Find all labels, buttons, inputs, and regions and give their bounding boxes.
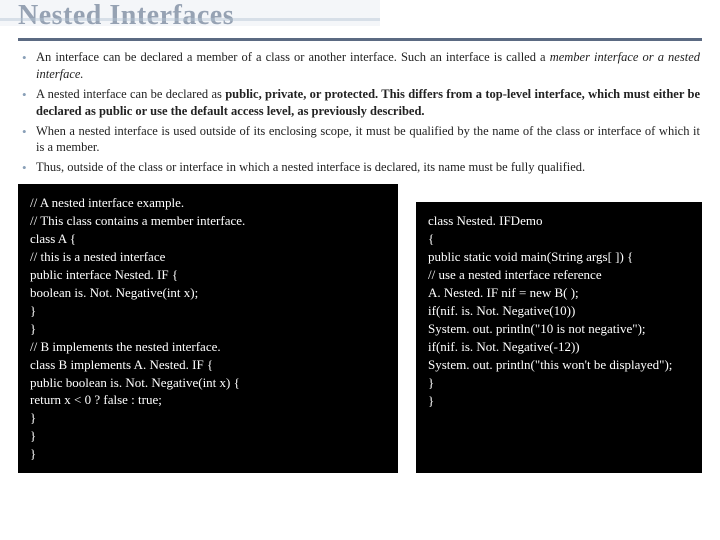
bullet-list: An interface can be declared a member of… [18,49,702,176]
bullet-item: Thus, outside of the class or interface … [20,159,700,176]
bullet-item: An interface can be declared a member of… [20,49,700,83]
title-area: Nested Interfaces [18,0,702,32]
code-block-left: // A nested interface example. // This c… [18,184,398,473]
bullet-item: When a nested interface is used outside … [20,123,700,157]
slide-title: Nested Interfaces [18,0,702,32]
bullet-text: A nested interface can be declared as [36,87,225,101]
title-underline [18,38,702,41]
bullet-text: When a nested interface is used outside … [36,124,700,155]
bullet-text: An interface can be declared a member of… [36,50,550,64]
code-block-right: class Nested. IFDemo { public static voi… [416,202,702,473]
slide: Nested Interfaces An interface can be de… [0,0,720,540]
bullet-text: Thus, outside of the class or interface … [36,160,585,174]
bullet-item: A nested interface can be declared as pu… [20,86,700,120]
code-area: // A nested interface example. // This c… [18,184,702,473]
